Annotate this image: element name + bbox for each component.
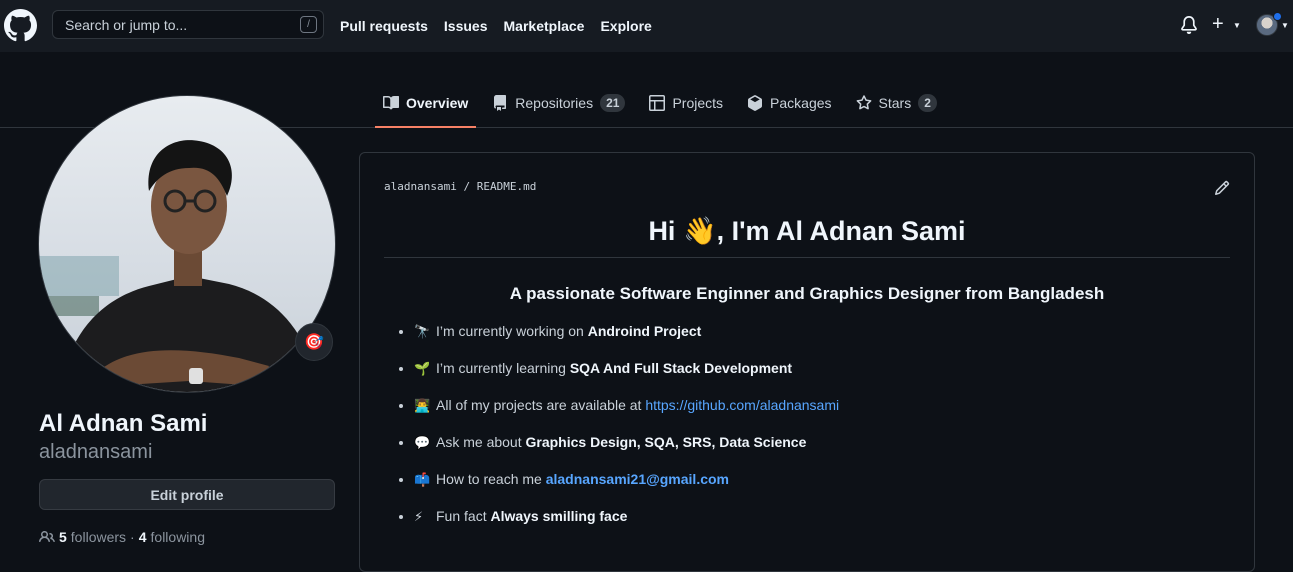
search-placeholder: Search or jump to...: [65, 16, 188, 33]
nav-pull-requests[interactable]: Pull requests: [340, 18, 428, 34]
search-input[interactable]: Search or jump to... /: [52, 10, 324, 39]
readme-list: 🔭 I’m currently working on Androind Proje…: [398, 321, 839, 543]
readme-subheading: A passionate Software Enginner and Graph…: [509, 284, 1105, 303]
readme-card: aladnansami / README.md Hi 👋, I'm Al Adn…: [359, 152, 1255, 572]
list-item: 💬 Ask me about Graphics Design, SQA, SRS,…: [414, 432, 839, 469]
readme-owner-link[interactable]: aladnansami: [384, 180, 457, 193]
followers-label[interactable]: followers: [71, 529, 126, 545]
profile-username: aladnansami: [39, 441, 153, 463]
list-item: 📫 How to reach me aladnansami21@gmail.com: [414, 469, 839, 506]
tab-repositories[interactable]: Repositories 21: [484, 83, 633, 123]
nav-issues[interactable]: Issues: [444, 18, 488, 34]
follow-stats: 5 followers · 4 following: [39, 529, 205, 545]
bell-icon[interactable]: [1180, 16, 1198, 34]
list-item-bold: Always smilling face: [490, 508, 628, 524]
github-logo-icon[interactable]: [4, 9, 37, 42]
lightning-icon: ⚡: [414, 509, 424, 524]
list-item-text: Fun fact: [436, 508, 491, 524]
tab-overview-label: Overview: [406, 95, 469, 111]
technologist-icon: 👨‍💻: [414, 398, 431, 413]
package-icon: [748, 95, 763, 111]
list-item-bold: SQA And Full Stack Development: [569, 360, 793, 376]
list-item: 🌱 I’m currently learning SQA And Full Sta…: [414, 358, 839, 395]
target-icon: 🎯: [304, 334, 324, 351]
stars-count-badge: 2: [918, 94, 937, 112]
repo-icon: [494, 95, 507, 111]
notification-dot: [1273, 12, 1282, 21]
readme-heading-post: , I'm Al Adnan Sami: [716, 216, 966, 246]
list-item-text: I’m currently learning: [436, 360, 570, 376]
repositories-count-badge: 21: [600, 94, 626, 112]
following-count[interactable]: 4: [139, 529, 147, 545]
profile-fullname: Al Adnan Sami: [39, 410, 208, 437]
create-new-button[interactable]: +: [1212, 14, 1224, 34]
follow-separator: ·: [130, 529, 135, 545]
top-header: Search or jump to... / Pull requests Iss…: [0, 0, 1293, 52]
chevron-down-icon: ▼: [1281, 21, 1289, 30]
readme-heading: Hi 👋, I'm Al Adnan Sami: [384, 215, 1230, 258]
nav-marketplace[interactable]: Marketplace: [504, 18, 585, 34]
pencil-icon[interactable]: [1214, 180, 1230, 196]
profile-tabs: Overview Repositories 21 Projects Packag…: [375, 83, 953, 128]
tab-projects-label: Projects: [672, 95, 724, 111]
tab-stars-label: Stars: [878, 95, 912, 111]
waving-hand-icon: 👋: [682, 216, 717, 246]
list-item-text: All of my projects are available at: [436, 397, 646, 413]
tab-stars[interactable]: Stars 2: [848, 83, 945, 123]
chevron-down-icon: ▼: [1233, 21, 1241, 30]
table-icon: [649, 95, 666, 111]
profile-photo: [39, 140, 319, 392]
people-icon: [39, 530, 55, 543]
speech-bubble-icon: 💬: [414, 435, 431, 450]
star-icon: [856, 95, 871, 110]
readme-file-name: README.md: [476, 180, 537, 193]
list-item-text: How to reach me: [436, 471, 546, 487]
tab-overview[interactable]: Overview: [375, 83, 477, 128]
tab-repositories-label: Repositories: [515, 95, 594, 111]
tab-packages[interactable]: Packages: [739, 83, 839, 123]
list-item-text: I’m currently working on: [436, 323, 588, 339]
edit-profile-button[interactable]: Edit profile: [39, 479, 335, 510]
tab-packages-label: Packages: [770, 95, 832, 111]
email-link[interactable]: aladnansami21@gmail.com: [546, 471, 729, 487]
readme-path-separator: /: [463, 180, 471, 193]
list-item: 🔭 I’m currently working on Androind Proje…: [414, 321, 839, 358]
readme-heading-pre: Hi: [648, 216, 683, 246]
readme-path: aladnansami / README.md: [384, 180, 536, 193]
following-label[interactable]: following: [151, 529, 205, 545]
book-icon: [383, 95, 399, 110]
telescope-icon: 🔭: [414, 324, 431, 339]
tab-projects[interactable]: Projects: [641, 83, 731, 123]
followers-count[interactable]: 5: [59, 529, 67, 545]
list-item-bold: Graphics Design, SQA, SRS, Data Science: [525, 434, 807, 450]
seedling-icon: 🌱: [414, 361, 431, 376]
profile-avatar[interactable]: [38, 95, 336, 393]
list-item: 👨‍💻 All of my projects are available at h…: [414, 395, 839, 432]
list-item-text: Ask me about: [436, 434, 526, 450]
list-item-bold: Androind Project: [587, 323, 702, 339]
mailbox-icon: 📫: [414, 472, 431, 487]
search-shortcut-key: /: [300, 16, 317, 33]
nav-explore[interactable]: Explore: [600, 18, 651, 34]
github-profile-link[interactable]: https://github.com/aladnansami: [645, 397, 839, 413]
global-nav: Pull requests Issues Marketplace Explore: [340, 0, 652, 52]
status-badge[interactable]: 🎯: [295, 323, 333, 361]
list-item: ⚡ Fun fact Always smilling face: [414, 506, 839, 543]
